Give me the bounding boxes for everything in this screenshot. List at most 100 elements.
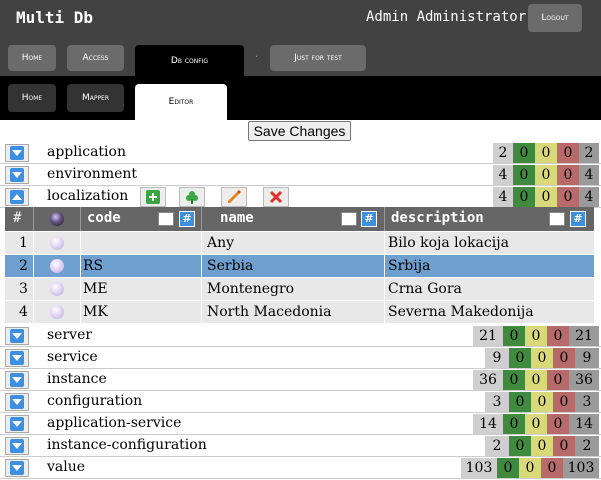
clone-row-button[interactable] (179, 187, 205, 207)
user-name: Admin Administrator (366, 9, 527, 25)
count-modified: 0 (531, 348, 553, 368)
count-total: 2 (493, 143, 513, 163)
chevron-down-icon (10, 417, 24, 431)
count-total: 103 (461, 458, 497, 478)
count-deleted: 0 (547, 414, 569, 434)
entity-counts: 103 0 0 0 103 (461, 458, 599, 478)
count-deleted: 0 (547, 370, 569, 390)
cell-code[interactable]: MK (83, 304, 108, 320)
logout-button[interactable]: Logout (528, 4, 582, 32)
row-number: 2 (19, 258, 28, 274)
cell-description[interactable]: Srbija (388, 258, 430, 274)
col-header-state (33, 207, 80, 231)
count-final: 103 (563, 458, 599, 478)
count-added: 0 (509, 436, 531, 456)
entity-name[interactable]: localization (47, 188, 128, 204)
entity-name[interactable]: instance (47, 371, 107, 387)
table-row-selected[interactable]: 2 RS Serbia Srbija (5, 254, 594, 278)
expand-button[interactable] (5, 327, 29, 345)
cell-code[interactable]: RS (83, 258, 103, 274)
row-state-icon (50, 236, 64, 250)
expand-button[interactable] (5, 393, 29, 411)
cell-description[interactable]: Crna Gora (388, 281, 462, 297)
subtab-home[interactable]: Home (8, 84, 56, 112)
cell-name[interactable]: Any (207, 235, 234, 251)
expand-button[interactable] (5, 371, 29, 389)
col-header-name[interactable]: name # (201, 207, 384, 231)
col-header-description[interactable]: description # (384, 207, 594, 231)
count-total: 4 (493, 187, 513, 207)
count-added: 0 (513, 143, 535, 163)
cell-description[interactable]: Bilo koja lokacija (388, 235, 509, 251)
entity-counts: 3 0 0 0 3 (485, 392, 599, 412)
count-deleted: 0 (557, 187, 579, 207)
count-deleted: 0 (547, 326, 569, 346)
clover-icon (186, 191, 198, 204)
table-row[interactable]: 3 ME Montenegro Crna Gora (5, 277, 594, 301)
collapse-button[interactable] (5, 188, 29, 206)
count-modified: 0 (535, 143, 557, 163)
tab-home[interactable]: Home (8, 45, 56, 71)
count-deleted: 0 (541, 458, 563, 478)
filter-button-name[interactable]: # (361, 211, 377, 227)
filter-button-code[interactable]: # (179, 211, 195, 227)
filter-input-name[interactable] (341, 212, 357, 226)
count-total: 9 (485, 348, 509, 368)
cell-name[interactable]: Serbia (207, 258, 253, 274)
expand-button[interactable] (5, 437, 29, 455)
entity-name[interactable]: value (47, 459, 85, 475)
entity-counts: 9 0 0 0 9 (485, 348, 599, 368)
expand-button[interactable] (5, 415, 29, 433)
filter-input-description[interactable] (549, 212, 565, 226)
tab-access[interactable]: Access (67, 45, 124, 71)
cell-name[interactable]: North Macedonia (207, 304, 332, 320)
col-header-code[interactable]: code # (80, 207, 201, 231)
save-changes-button[interactable]: Save Changes (248, 121, 351, 141)
count-final: 4 (579, 187, 599, 207)
count-final: 2 (575, 436, 599, 456)
entity-name[interactable]: configuration (47, 393, 142, 409)
table-row[interactable]: 4 MK North Macedonia Severna Makedonija (5, 300, 594, 324)
expand-button[interactable] (5, 166, 29, 184)
table-row[interactable]: 1 Any Bilo koja lokacija (5, 231, 594, 255)
tab-just-for-test[interactable]: Just for test (270, 45, 366, 71)
chevron-down-icon (10, 168, 24, 182)
entity-row-environment: environment 4 0 0 0 4 (0, 164, 601, 186)
entity-name[interactable]: service (47, 349, 98, 365)
expand-button[interactable] (5, 144, 29, 162)
count-added: 0 (503, 370, 525, 390)
delete-row-button[interactable] (263, 187, 289, 207)
add-row-button[interactable] (140, 187, 166, 207)
chevron-down-icon (10, 351, 24, 365)
entity-name[interactable]: application-service (47, 415, 181, 431)
entity-row-value: value 103 0 0 0 103 (0, 457, 601, 479)
count-added: 0 (509, 348, 531, 368)
chevron-down-icon (10, 329, 24, 343)
tab-db-config[interactable]: Db config (135, 45, 244, 76)
chevron-down-icon (10, 373, 24, 387)
expand-button[interactable] (5, 349, 29, 367)
count-deleted: 0 (557, 165, 579, 185)
filter-button-description[interactable]: # (570, 211, 586, 227)
expand-button[interactable] (5, 459, 29, 477)
cell-name[interactable]: Montenegro (207, 281, 294, 297)
entity-name[interactable]: instance-configuration (47, 437, 207, 453)
edit-row-button[interactable] (221, 187, 247, 207)
subtab-mapper[interactable]: Mapper (67, 84, 124, 112)
chevron-down-icon (10, 395, 24, 409)
count-deleted: 0 (553, 392, 575, 412)
entity-name[interactable]: server (47, 327, 92, 343)
subtab-editor[interactable]: Editor (135, 84, 227, 120)
count-total: 36 (473, 370, 503, 390)
app-title: Multi Db (16, 8, 94, 27)
filter-input-code[interactable] (158, 212, 174, 226)
entity-name[interactable]: environment (47, 166, 137, 182)
count-final: 4 (579, 165, 599, 185)
col-header-description-label: description (391, 210, 484, 226)
entity-name[interactable]: application (47, 144, 126, 160)
count-final: 36 (569, 370, 599, 390)
col-header-name-label: name (220, 210, 254, 226)
cell-code[interactable]: ME (83, 281, 108, 297)
cell-description[interactable]: Severna Makedonija (388, 304, 534, 320)
entity-counts: 14 0 0 0 14 (473, 414, 599, 434)
